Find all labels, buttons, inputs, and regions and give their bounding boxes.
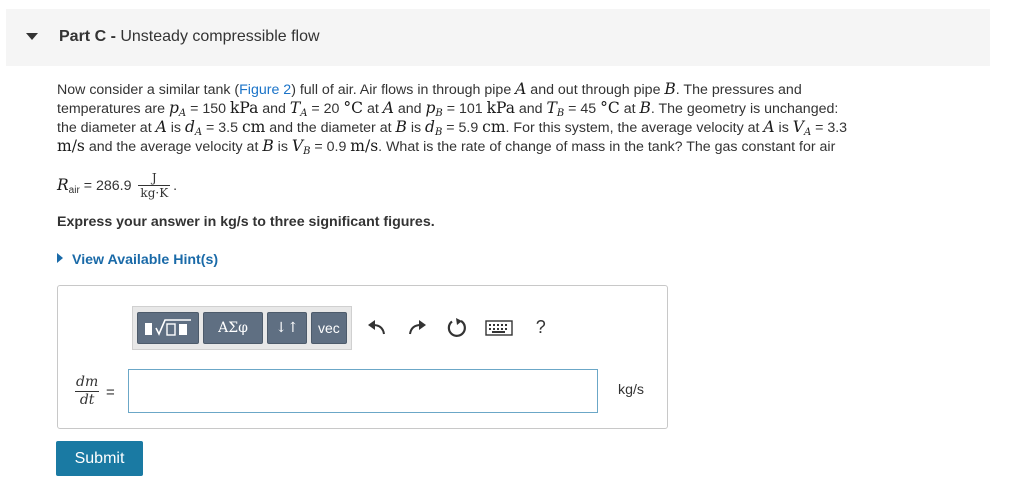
problem-line-1: Now consider a similar tank (Figure 2) f… — [57, 80, 802, 98]
math-toolbar: ΑΣφ ↓↑ vec ? — [132, 304, 556, 351]
problem-line-3: the diameter at A is dA = 3.5 cm and the… — [57, 118, 848, 138]
toolbar-button-group: ΑΣφ ↓↑ vec — [132, 305, 352, 350]
view-hints-link[interactable]: View Available Hint(s) — [57, 252, 218, 268]
collapse-caret-icon[interactable] — [26, 33, 38, 40]
part-title: Part C - Unsteady compressible flow — [59, 28, 320, 45]
redo-button[interactable] — [402, 312, 432, 344]
undo-icon — [367, 319, 385, 334]
figure-link[interactable]: Figure 2 — [239, 82, 291, 98]
part-header[interactable]: Part C - Unsteady compressible flow — [6, 9, 990, 66]
vector-button[interactable]: vec — [311, 311, 347, 344]
problem-line-4: m/s and the average velocity at B is VB … — [57, 137, 836, 157]
reset-button[interactable] — [442, 312, 472, 344]
problem-statement: Now consider a similar tank (Figure 2) f… — [57, 80, 977, 200]
problem-line-2: temperatures are pA = 150 kPa and TA = 2… — [57, 99, 839, 119]
answer-units: kg/s — [618, 382, 645, 398]
reset-icon — [447, 317, 466, 337]
gas-constant-units: Jkg·K — [138, 171, 171, 200]
templates-icon — [145, 318, 191, 336]
answer-instruction: Express your answer in kg/s to three sig… — [57, 214, 435, 230]
arrows-button[interactable]: ↓↑ — [267, 311, 307, 344]
redo-icon — [408, 319, 426, 334]
submit-button[interactable]: Submit — [56, 441, 143, 476]
answer-panel: ΑΣφ ↓↑ vec ? dm dt = kg/s — [57, 285, 668, 429]
greek-symbols-button[interactable]: ΑΣφ — [203, 311, 263, 344]
equals-sign: = — [106, 384, 115, 401]
help-button[interactable]: ? — [526, 312, 556, 344]
keyboard-icon — [485, 319, 513, 336]
keyboard-button[interactable] — [482, 312, 516, 344]
answer-input[interactable] — [128, 369, 598, 413]
dm-dt-label: dm dt — [75, 374, 100, 408]
expand-triangle-icon — [57, 253, 63, 263]
templates-button[interactable] — [137, 311, 199, 344]
undo-button[interactable] — [362, 312, 392, 344]
gas-constant-line: Rair = 286.9 Jkg·K. — [57, 171, 178, 201]
